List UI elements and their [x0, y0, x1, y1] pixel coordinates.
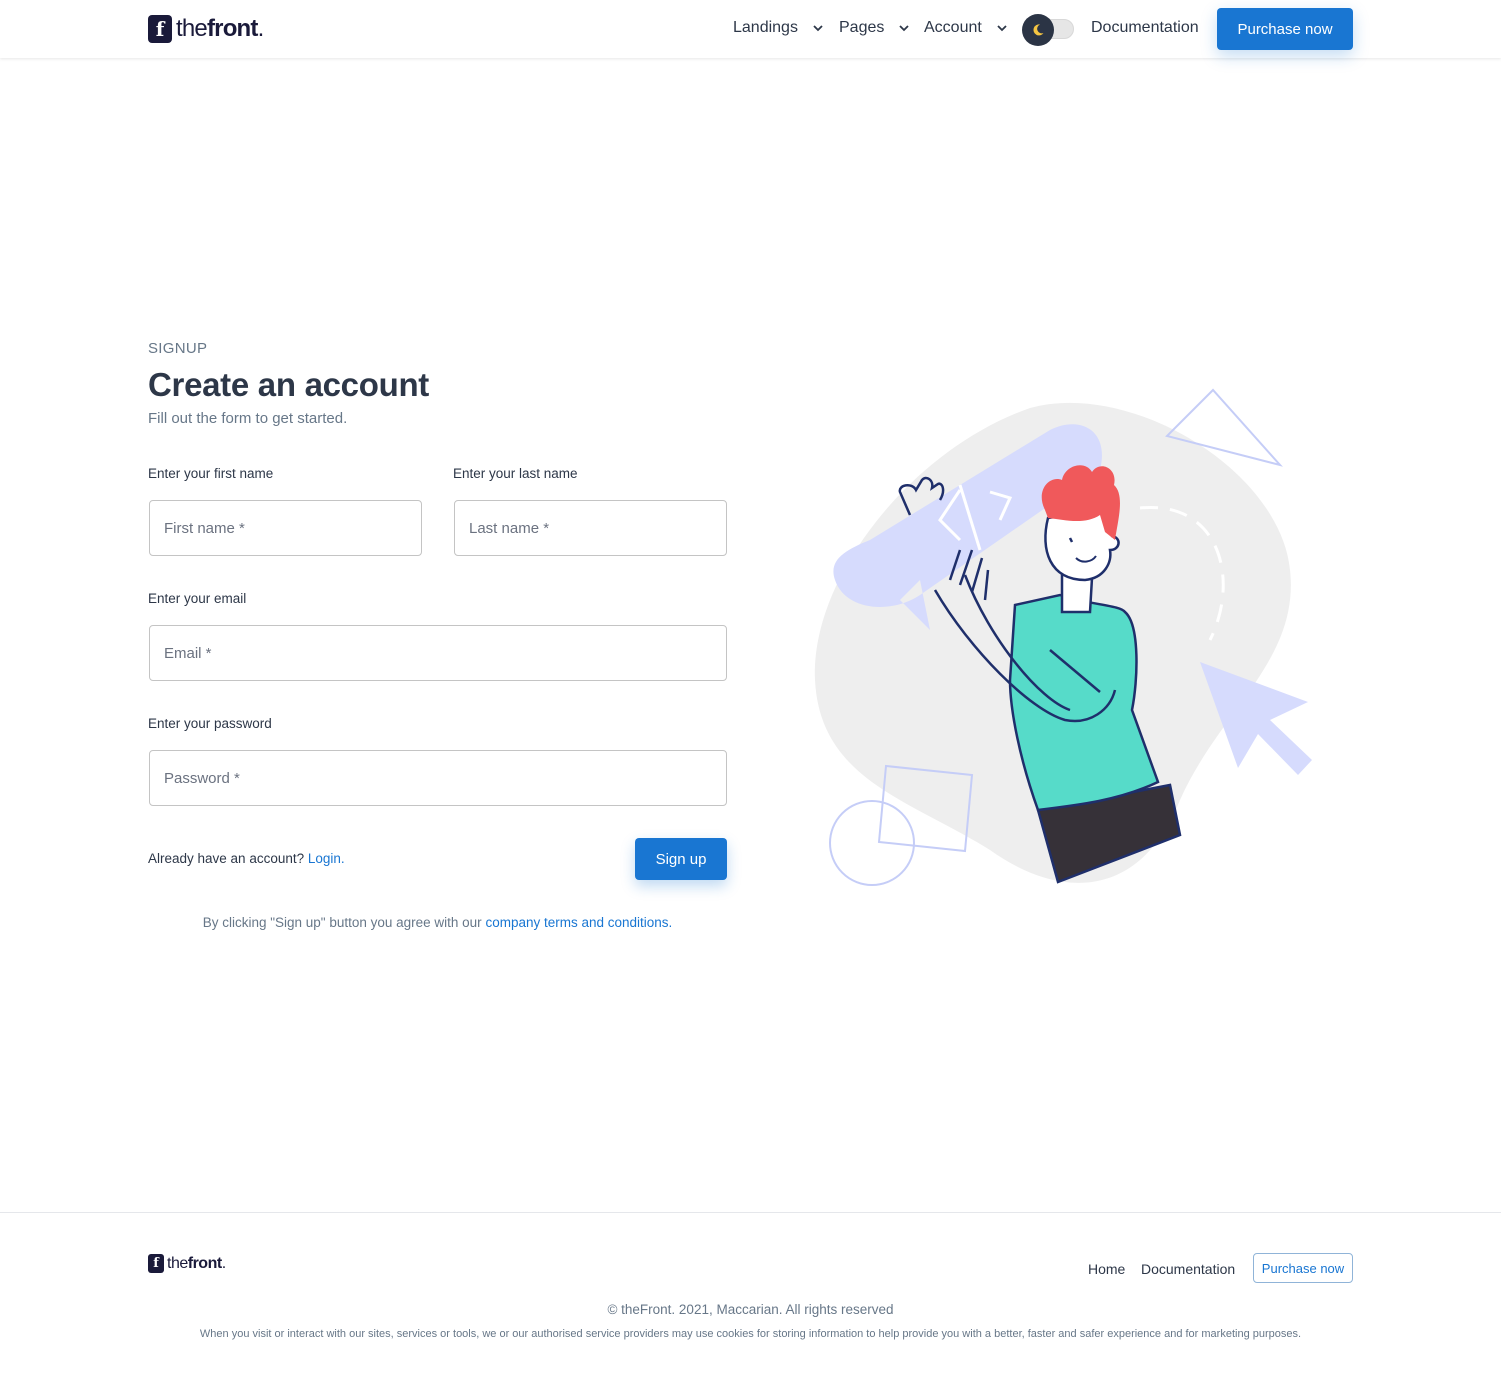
sign-up-button[interactable]: Sign up — [635, 838, 727, 880]
nav-account-label: Account — [924, 19, 982, 36]
cookie-notice: When you visit or interact with our site… — [199, 1328, 1302, 1340]
theme-toggle[interactable] — [1022, 14, 1076, 46]
chevron-down-icon — [997, 25, 1007, 32]
footer-link-documentation[interactable]: Documentation — [1141, 1261, 1235, 1277]
nav-account[interactable]: Account — [924, 19, 1008, 37]
page-title: Create an account — [148, 366, 429, 403]
nav-pages-label: Pages — [839, 19, 885, 36]
top-navbar: f thefront. Landings Pages Account Docum… — [0, 0, 1501, 58]
purchase-button[interactable]: Purchase now — [1217, 8, 1353, 50]
chevron-down-icon — [899, 25, 910, 32]
footer-divider — [0, 1212, 1501, 1213]
chevron-down-icon — [813, 25, 823, 32]
password-input[interactable] — [149, 750, 727, 806]
footer-link-home[interactable]: Home — [1088, 1261, 1125, 1277]
footer-brand-logo-text: thefront. — [167, 1254, 226, 1272]
page-subtitle: Fill out the form to get started. — [148, 410, 348, 427]
last-name-input[interactable] — [454, 500, 727, 556]
signup-illustration — [814, 388, 1312, 886]
nav-landings-label: Landings — [733, 19, 798, 36]
terms-text: By clicking "Sign up" button you agree w… — [202, 915, 482, 930]
footer-brand-logo-mark: f — [148, 1254, 164, 1273]
first-name-input[interactable] — [149, 500, 422, 556]
brand-logo[interactable]: f thefront. — [148, 14, 264, 44]
footer-purchase-button[interactable]: Purchase now — [1253, 1253, 1353, 1283]
brand-logo-text: thefront. — [176, 15, 264, 42]
email-label: Enter your email — [148, 591, 247, 606]
password-label: Enter your password — [148, 716, 272, 731]
theme-toggle-knob — [1022, 14, 1054, 46]
email-input[interactable] — [149, 625, 727, 681]
nav-documentation-label: Documentation — [1091, 19, 1199, 36]
first-name-label: Enter your first name — [148, 466, 274, 481]
moon-icon — [1033, 24, 1044, 36]
login-prompt-text: Already have an account? — [148, 851, 305, 866]
terms-link[interactable]: company terms and conditions. — [485, 915, 672, 930]
terms-notice: By clicking "Sign up" button you agree w… — [148, 915, 727, 930]
login-prompt: Already have an account? Login. — [148, 851, 345, 866]
section-overline: SIGNUP — [148, 340, 208, 357]
footer-brand-logo[interactable]: f thefront. — [148, 1254, 226, 1273]
last-name-label: Enter your last name — [453, 466, 578, 481]
nav-documentation[interactable]: Documentation — [1091, 19, 1199, 37]
login-link[interactable]: Login. — [308, 851, 345, 866]
copyright-text: © theFront. 2021, Maccarian. All rights … — [607, 1302, 894, 1317]
nav-pages[interactable]: Pages — [839, 19, 910, 37]
brand-logo-mark: f — [148, 15, 172, 43]
circle-outline — [829, 800, 915, 886]
nav-landings[interactable]: Landings — [733, 19, 824, 37]
